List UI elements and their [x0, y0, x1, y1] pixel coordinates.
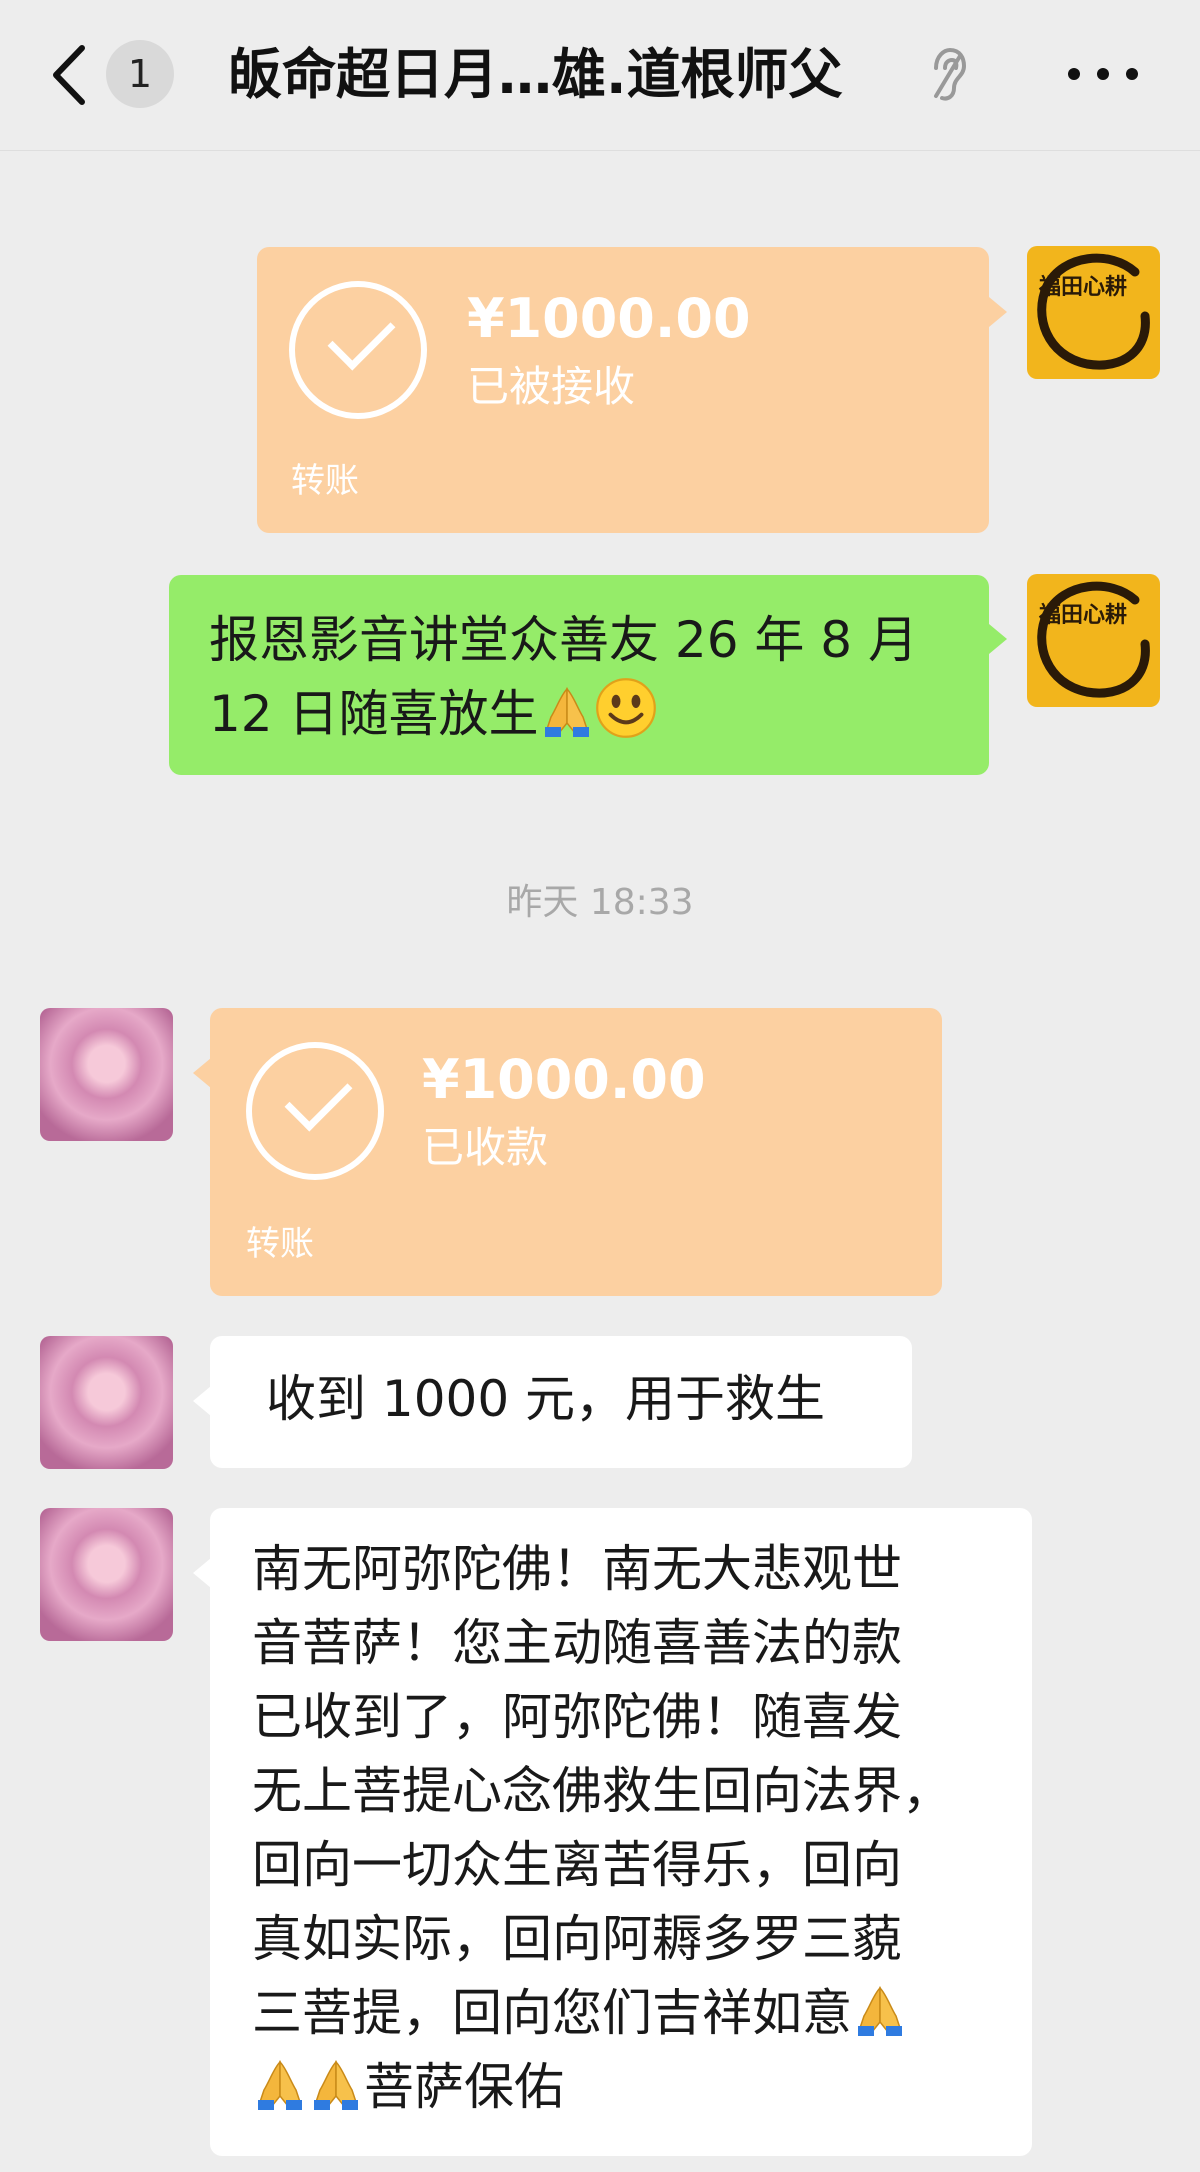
- svg-text:福田心耕: 福田心耕: [1038, 274, 1127, 300]
- message-line-text: 三菩提，回向您们吉祥如意: [252, 1984, 852, 2042]
- chevron-left-icon: [53, 45, 85, 105]
- pray-hands-emoji: [539, 683, 595, 739]
- transfer-amount: ¥1000.00: [467, 287, 751, 350]
- transfer-status: 已被接收: [467, 362, 636, 411]
- message-line: 已收到了，阿弥陀佛！随喜发: [252, 1688, 902, 1746]
- message-line: 音菩萨！您主动随喜善法的款: [252, 1614, 902, 1672]
- message-text-line2: 12 日随喜放生: [209, 677, 949, 751]
- avatar-me[interactable]: 福田心耕: [1027, 246, 1160, 379]
- message-line: 无上菩提心念佛救生回向法界，: [252, 1762, 952, 1820]
- chat-title: 皈命超日月…雄.道根师父: [228, 43, 843, 106]
- message-bubble-sent[interactable]: 报恩影音讲堂众善友 26 年 8 月 12 日随喜放生: [169, 575, 989, 775]
- message-line: 菩萨保佑: [252, 2050, 1012, 2124]
- check-icon: [289, 281, 427, 419]
- smile-emoji: [595, 677, 657, 739]
- bubble-tail: [193, 1058, 211, 1088]
- transfer-amount: ¥1000.00: [422, 1048, 706, 1111]
- message-bubble-received[interactable]: 南无阿弥陀佛！南无大悲观世 音菩萨！您主动随喜善法的款 已收到了，阿弥陀佛！随喜…: [210, 1508, 1032, 2156]
- pray-hands-emoji: [308, 2056, 364, 2112]
- avatar-contact[interactable]: [40, 1508, 173, 1641]
- bubble-tail: [989, 297, 1007, 327]
- avatar-contact[interactable]: [40, 1336, 173, 1469]
- check-icon: [246, 1042, 384, 1180]
- message-line-text: 菩萨保佑: [364, 2058, 564, 2116]
- transfer-label: 转账: [246, 1224, 314, 1264]
- back-button[interactable]: [48, 40, 108, 110]
- bubble-tail: [989, 624, 1007, 654]
- message-line: 回向一切众生离苦得乐，回向: [252, 1836, 902, 1894]
- pray-hands-emoji: [252, 2056, 308, 2112]
- ear-icon[interactable]: [926, 46, 970, 104]
- message-line: 南无阿弥陀佛！南无大悲观世: [252, 1540, 902, 1598]
- timestamp: 昨天 18:33: [506, 882, 694, 923]
- avatar-contact[interactable]: [40, 1008, 173, 1141]
- pray-hands-emoji: [852, 1982, 908, 2038]
- transfer-card-sent[interactable]: ¥1000.00 已被接收 转账: [257, 247, 989, 533]
- transfer-card-received[interactable]: ¥1000.00 已收款 转账: [210, 1008, 942, 1296]
- chat-header: 1 皈命超日月…雄.道根师父: [0, 0, 1200, 151]
- message-text-line1: 报恩影音讲堂众善友 26 年 8 月: [209, 611, 919, 669]
- message-text-line2-text: 12 日随喜放生: [209, 685, 539, 743]
- bubble-tail: [193, 1386, 211, 1416]
- transfer-status: 已收款: [422, 1123, 549, 1172]
- transfer-label: 转账: [291, 461, 359, 501]
- unread-count-badge[interactable]: 1: [106, 40, 174, 108]
- avatar-me[interactable]: 福田心耕: [1027, 574, 1160, 707]
- message-bubble-received[interactable]: 收到 1000 元，用于救生: [210, 1336, 912, 1468]
- message-line: 三菩提，回向您们吉祥如意: [252, 1976, 1012, 2050]
- message-line: 真如实际，回向阿耨多罗三藐: [252, 1910, 902, 1968]
- more-icon[interactable]: [1068, 68, 1138, 84]
- svg-text:福田心耕: 福田心耕: [1038, 602, 1127, 628]
- message-text: 收到 1000 元，用于救生: [266, 1370, 826, 1428]
- bubble-tail: [193, 1558, 211, 1588]
